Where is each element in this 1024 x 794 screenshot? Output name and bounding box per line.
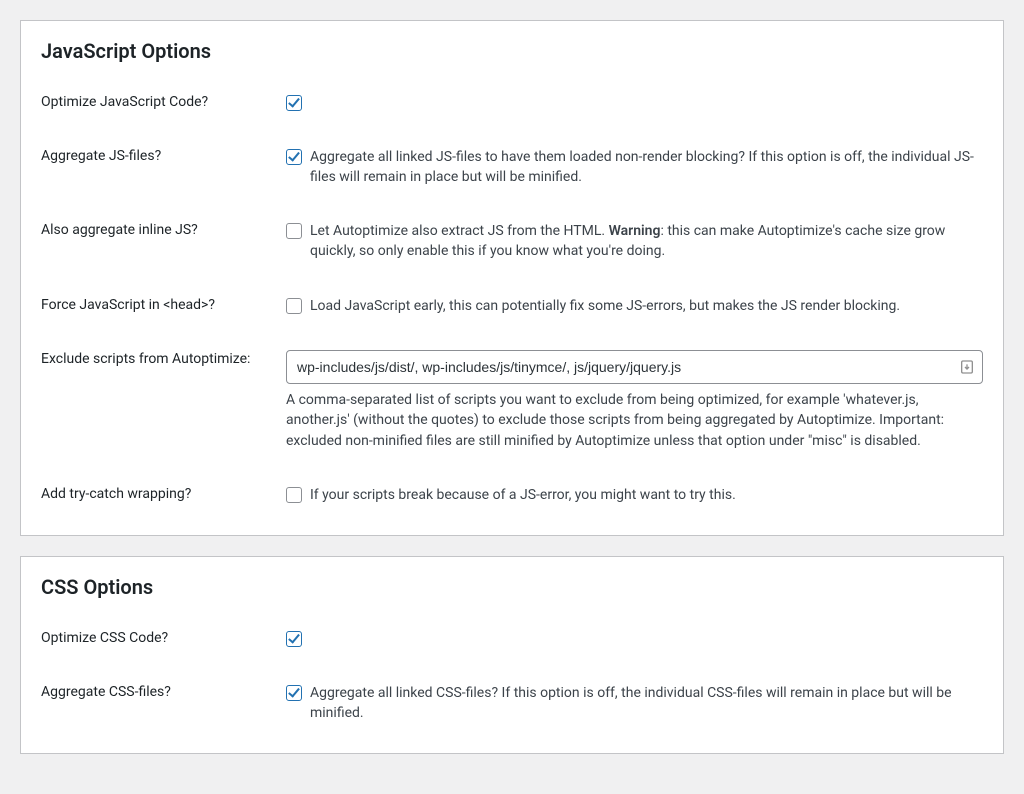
checkbox-optimize-js[interactable]: [286, 95, 302, 111]
label-aggregate-css: Aggregate CSS-files?: [41, 683, 286, 703]
css-section-title: CSS Options: [41, 575, 983, 599]
checkbox-inline-js[interactable]: [286, 223, 302, 239]
exclude-scripts-input[interactable]: [286, 350, 983, 384]
label-exclude-js: Exclude scripts from Autoptimize:: [41, 350, 286, 370]
label-trycatch-js: Add try-catch wrapping?: [41, 485, 286, 505]
settings-page: JavaScript Options Optimize JavaScript C…: [0, 0, 1024, 794]
help-exclude-js: A comma-separated list of scripts you wa…: [286, 390, 983, 451]
row-forcehead-js: Force JavaScript in <head>? Load JavaScr…: [41, 296, 983, 316]
exclude-input-wrap: [286, 350, 983, 384]
checkbox-aggregate-css[interactable]: [286, 685, 302, 701]
checkbox-optimize-css[interactable]: [286, 631, 302, 647]
desc-inline-js-strong: Warning: [609, 223, 661, 239]
checkbox-trycatch-js[interactable]: [286, 487, 302, 503]
row-optimize-css: Optimize CSS Code?: [41, 629, 983, 649]
row-exclude-js: Exclude scripts from Autoptimize: A comm…: [41, 350, 983, 451]
checkbox-forcehead-js[interactable]: [286, 298, 302, 314]
label-aggregate-js: Aggregate JS-files?: [41, 147, 286, 167]
desc-forcehead-js: Load JavaScript early, this can potentia…: [310, 296, 900, 316]
label-forcehead-js: Force JavaScript in <head>?: [41, 296, 286, 316]
desc-trycatch-js: If your scripts break because of a JS-er…: [310, 485, 736, 505]
row-aggregate-css: Aggregate CSS-files? Aggregate all linke…: [41, 683, 983, 724]
desc-aggregate-css: Aggregate all linked CSS-files? If this …: [310, 683, 983, 724]
checkbox-aggregate-js[interactable]: [286, 149, 302, 165]
css-options-panel: CSS Options Optimize CSS Code? Aggregate…: [20, 556, 1004, 754]
desc-aggregate-js: Aggregate all linked JS-files to have th…: [310, 147, 983, 188]
label-optimize-js: Optimize JavaScript Code?: [41, 93, 286, 113]
desc-inline-js: Let Autoptimize also extract JS from the…: [310, 221, 983, 262]
js-section-title: JavaScript Options: [41, 39, 983, 63]
row-inline-js: Also aggregate inline JS? Let Autoptimiz…: [41, 221, 983, 262]
autofill-icon: [959, 359, 975, 375]
desc-inline-js-before: Let Autoptimize also extract JS from the…: [310, 223, 609, 239]
javascript-options-panel: JavaScript Options Optimize JavaScript C…: [20, 20, 1004, 536]
label-optimize-css: Optimize CSS Code?: [41, 629, 286, 649]
row-aggregate-js: Aggregate JS-files? Aggregate all linked…: [41, 147, 983, 188]
label-inline-js: Also aggregate inline JS?: [41, 221, 286, 241]
row-optimize-js: Optimize JavaScript Code?: [41, 93, 983, 113]
row-trycatch-js: Add try-catch wrapping? If your scripts …: [41, 485, 983, 505]
